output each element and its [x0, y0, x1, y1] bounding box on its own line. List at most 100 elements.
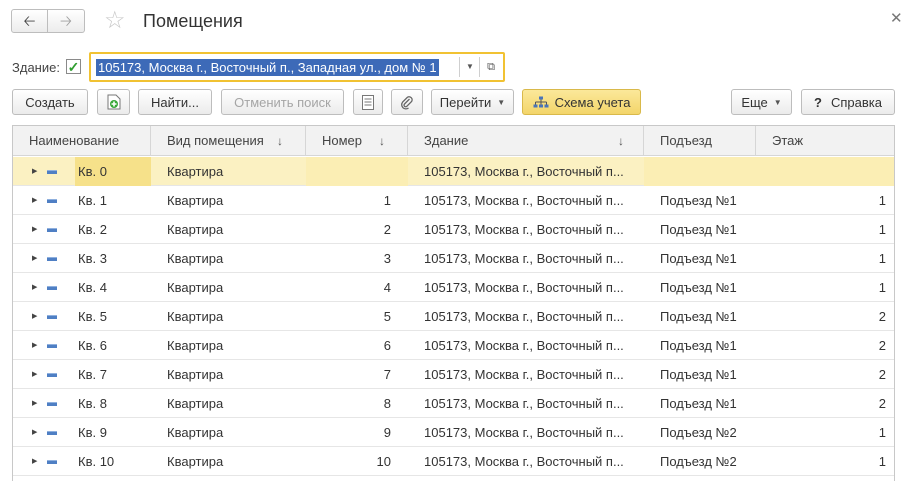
premise-icon — [47, 373, 57, 377]
sort-arrow-icon: ↓ — [277, 134, 283, 148]
table-row[interactable]: ▶ Кв. 8 Квартира 8 105173, Москва г., Восточ… — [13, 389, 894, 418]
page-title: Помещения — [143, 11, 243, 31]
table-row[interactable]: ▶ Кв. 3 Квартира 3 105173, Москва г., Восточ… — [13, 244, 894, 273]
create-button[interactable]: Создать — [12, 89, 88, 115]
expand-arrow-icon[interactable]: ▶ — [32, 273, 37, 302]
cancel-search-button[interactable]: Отменить поиск — [221, 89, 344, 115]
table-row[interactable]: ▶ Кв. 9 Квартира 9 105173, Москва г., Восточ… — [13, 418, 894, 447]
name-cell: Кв. 1 — [78, 193, 107, 208]
table-row[interactable]: ▶ Кв. 0 Квартира 105173, Москва г., Восточн… — [13, 157, 894, 186]
type-cell: Квартира — [167, 338, 224, 353]
goto-button-label: Перейти — [439, 94, 492, 110]
table-row[interactable]: ▶ Кв. 10 Квартира 10 105173, Москва г., Вост… — [13, 447, 894, 476]
building-cell: 105173, Москва г., Восточный п... — [424, 338, 624, 353]
hierarchy-icon — [533, 96, 549, 109]
create-button-label: Создать — [25, 94, 75, 110]
arrow-right-icon: 🡢 — [59, 12, 73, 30]
name-cell: Кв. 6 — [78, 338, 107, 353]
name-cell: Кв. 7 — [78, 367, 107, 382]
table-row[interactable]: ▶ Кв. 5 Квартира 5 105173, Москва г., Восточ… — [13, 302, 894, 331]
arrow-left-icon: 🡠 — [23, 12, 36, 30]
find-button[interactable]: Найти... — [138, 89, 212, 115]
premise-icon — [47, 257, 57, 261]
floor-cell: 1 — [878, 193, 886, 208]
add-copy-button[interactable] — [97, 89, 130, 115]
entrance-cell: Подъезд №1 — [660, 338, 737, 353]
table-row[interactable]: ▶ Кв. 2 Квартира 2 105173, Москва г., Восточ… — [13, 215, 894, 244]
back-button[interactable]: 🡠 — [11, 9, 48, 33]
dropdown-arrow-icon[interactable]: ▼ — [463, 58, 477, 76]
building-filter-checkbox[interactable]: ✓ — [66, 59, 81, 74]
title-bar: 🡠 🡢 ☆ Помещения ✕ — [0, 0, 912, 44]
expand-arrow-icon[interactable]: ▶ — [32, 418, 37, 447]
expand-arrow-icon[interactable]: ▶ — [32, 215, 37, 244]
building-input-value[interactable]: 105173, Москва г., Восточный п., Западна… — [96, 59, 439, 76]
type-cell: Квартира — [167, 222, 224, 237]
column-header-name[interactable]: Наименование — [13, 126, 151, 156]
premise-icon — [47, 286, 57, 290]
expand-arrow-icon[interactable]: ▶ — [32, 186, 37, 215]
number-cell: 7 — [383, 367, 391, 382]
table-row[interactable]: ▶ Кв. 4 Квартира 4 105173, Москва г., Восточ… — [13, 273, 894, 302]
column-header-label: Этаж — [772, 133, 804, 148]
expand-arrow-icon[interactable]: ▶ — [32, 447, 37, 476]
building-input[interactable]: 105173, Москва г., Восточный п., Западна… — [89, 52, 505, 82]
type-cell: Квартира — [167, 193, 224, 208]
table-row[interactable]: ▶ Кв. 7 Квартира 7 105173, Москва г., Восточ… — [13, 360, 894, 389]
column-header-type[interactable]: Вид помещения ↓ — [151, 126, 306, 156]
column-header-label: Номер — [322, 133, 363, 148]
premise-icon — [47, 315, 57, 319]
divider — [459, 57, 460, 77]
building-cell: 105173, Москва г., Восточный п... — [424, 222, 624, 237]
premise-icon — [47, 344, 57, 348]
column-header-building[interactable]: Здание ↓ — [408, 126, 644, 156]
scheme-button[interactable]: Схема учета — [522, 89, 641, 115]
goto-button[interactable]: Перейти ▼ — [431, 89, 514, 115]
number-cell: 3 — [383, 251, 391, 266]
entrance-cell — [644, 157, 756, 186]
checkmark-icon: ✓ — [67, 58, 80, 75]
help-button[interactable]: ? Справка — [801, 89, 895, 115]
expand-arrow-icon[interactable]: ▶ — [32, 360, 37, 389]
building-cell: 105173, Москва г., Восточный п... — [424, 251, 624, 266]
table-row[interactable]: ▶ Кв. 1 Квартира 1 105173, Москва г., Восточ… — [13, 186, 894, 215]
number-cell: 1 — [383, 193, 391, 208]
attach-button[interactable] — [391, 89, 423, 115]
floor-cell — [756, 157, 894, 186]
cancel-search-label: Отменить поиск — [234, 94, 331, 110]
entrance-cell: Подъезд №1 — [660, 222, 737, 237]
star-icon[interactable]: ☆ — [104, 9, 126, 33]
expand-arrow-icon[interactable]: ▶ — [32, 331, 37, 360]
divider — [479, 57, 480, 77]
name-cell: Кв. 0 — [78, 164, 107, 179]
forward-button[interactable]: 🡢 — [48, 9, 85, 33]
help-button-label: Справка — [830, 94, 882, 110]
column-header-number[interactable]: Номер ↓ — [306, 126, 408, 156]
entrance-cell: Подъезд №2 — [660, 454, 737, 469]
name-cell: Кв. 10 — [78, 454, 115, 469]
number-cell: 5 — [383, 309, 391, 324]
entrance-cell: Подъезд №2 — [660, 425, 737, 440]
expand-arrow-icon[interactable]: ▶ — [32, 157, 37, 186]
list-icon — [362, 94, 374, 110]
premise-icon — [47, 431, 57, 435]
open-form-icon[interactable]: ⧉ — [483, 58, 499, 76]
floor-cell: 1 — [878, 454, 886, 469]
expand-arrow-icon[interactable]: ▶ — [32, 302, 37, 331]
number-cell: 6 — [383, 338, 391, 353]
more-button[interactable]: Еще ▼ — [731, 89, 792, 115]
column-header-entrance[interactable]: Подъезд — [644, 126, 756, 156]
table-row[interactable]: ▶ Кв. 6 Квартира 6 105173, Москва г., Восточ… — [13, 331, 894, 360]
expand-arrow-icon[interactable]: ▶ — [32, 244, 37, 273]
entrance-cell: Подъезд №1 — [660, 193, 737, 208]
premises-table[interactable]: Наименование Вид помещения ↓ Номер ↓ Зда… — [12, 125, 895, 481]
close-icon[interactable]: ✕ — [890, 9, 903, 27]
expand-arrow-icon[interactable]: ▶ — [32, 389, 37, 418]
column-header-floor[interactable]: Этаж — [756, 126, 894, 156]
floor-cell: 2 — [878, 367, 886, 382]
type-cell: Квартира — [167, 425, 224, 440]
column-header-label: Вид помещения — [167, 133, 264, 148]
floor-cell: 2 — [878, 396, 886, 411]
type-cell: Квартира — [167, 396, 224, 411]
list-button[interactable] — [353, 89, 383, 115]
